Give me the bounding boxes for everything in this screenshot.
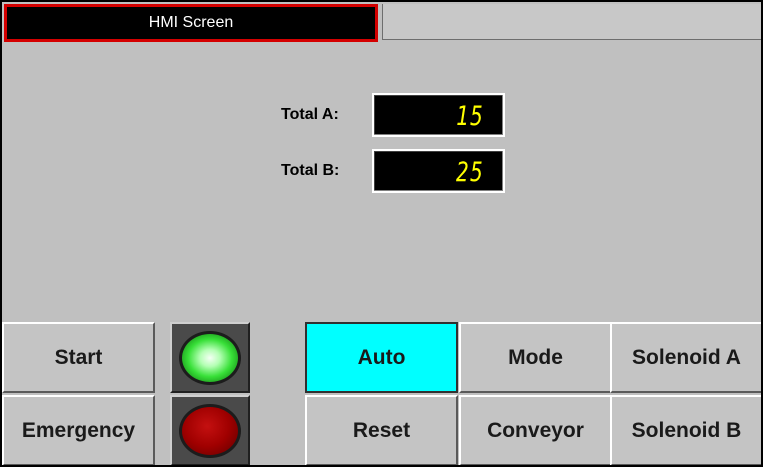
green-lamp-icon <box>179 330 241 385</box>
page-title: HMI Screen <box>4 4 378 42</box>
auto-button[interactable]: Auto <box>305 322 458 393</box>
mode-button[interactable]: Mode <box>459 322 612 393</box>
stop-indicator <box>170 395 250 465</box>
total-b-readout: 25 <box>372 149 505 193</box>
reset-button[interactable]: Reset <box>305 395 458 465</box>
red-lamp-icon <box>179 403 241 458</box>
conveyor-button[interactable]: Conveyor <box>459 395 612 465</box>
solenoid-b-button[interactable]: Solenoid B <box>610 395 761 465</box>
total-a-value: 15 <box>456 101 485 132</box>
total-a-readout: 15 <box>372 93 505 137</box>
start-button[interactable]: Start <box>2 322 155 393</box>
total-b-value: 25 <box>456 157 485 188</box>
total-a-label: Total A: <box>281 106 339 123</box>
hmi-screen: HMI Screen Total A: 15 Total B: 25 Start… <box>0 0 763 467</box>
run-indicator <box>170 322 250 393</box>
total-b-label: Total B: <box>281 162 340 179</box>
title-bar-filler <box>382 4 761 40</box>
emergency-button[interactable]: Emergency <box>2 395 155 465</box>
solenoid-a-button[interactable]: Solenoid A <box>610 322 761 393</box>
